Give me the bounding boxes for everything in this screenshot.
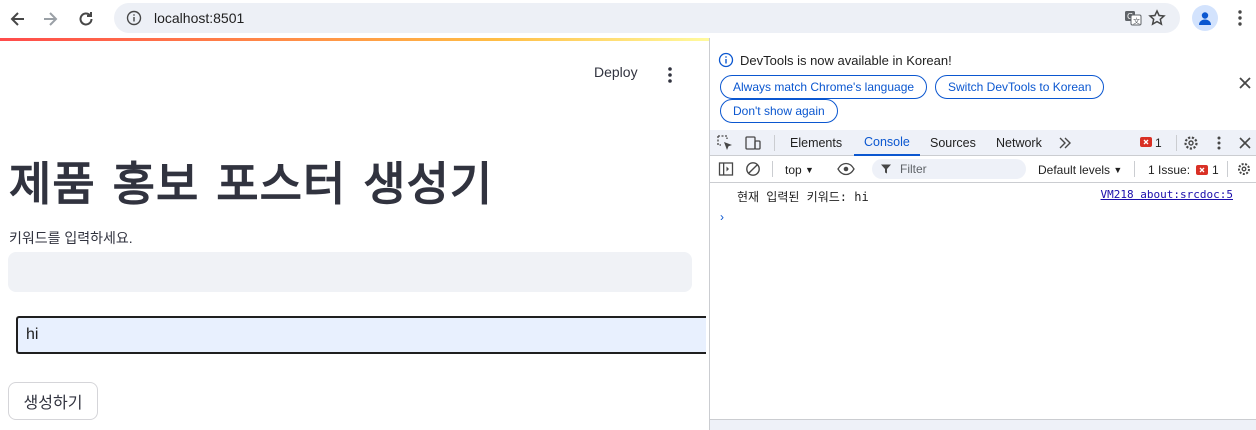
eye-icon[interactable] [837,162,855,176]
tab-sources[interactable]: Sources [930,130,976,156]
person-icon [1199,12,1211,25]
more-tabs-chevron-icon[interactable] [1056,134,1074,152]
dont-show-again-button[interactable]: Don't show again [720,99,838,123]
page-title: 제품 홍보 포스터 생성기 [9,157,494,211]
console-log-entry: 현재 입력된 키워드: hi VM218 about:srcdoc:5 [710,184,1256,206]
error-badge-icon [1196,165,1209,175]
banner-message: DevTools is now available in Korean! [740,53,952,68]
more-vert-icon [668,67,672,83]
profile-avatar[interactable] [1192,5,1218,31]
drawer-toolbar [710,419,1256,430]
dropdown-arrow-icon: ▼ [805,165,814,175]
address-bar[interactable]: localhost:8501 G文 [114,3,1180,33]
log-levels-dropdown[interactable]: Default levels ▼ [1038,161,1122,179]
devtools-tabbar: Elements Console Sources Network 1 [710,130,1256,156]
forward-button[interactable] [32,3,68,35]
log-message: 현재 입력된 키워드: hi [737,190,869,204]
browser-menu-button[interactable] [1232,6,1248,30]
divider [774,135,775,151]
issues-link[interactable]: 1 Issue: 1 [1148,161,1219,179]
sidebar-toggle-icon[interactable] [718,161,734,177]
more-vert-icon[interactable] [1210,134,1228,152]
reload-icon [79,12,93,26]
filter-placeholder: Filter [900,162,927,176]
console-prompt-chevron-icon[interactable]: › [720,210,724,224]
close-devtools-icon[interactable] [1236,134,1254,152]
switch-to-korean-button[interactable]: Switch DevTools to Korean [935,75,1105,99]
console-settings-gear-icon[interactable] [1236,161,1252,177]
browser-toolbar: localhost:8501 G文 [0,0,1256,38]
app-main: Deploy 제품 홍보 포스터 생성기 키워드를 입력하세요. hi 생성하기 [0,41,709,430]
console-toolbar: top ▼ Filter Default levels ▼ 1 Issue: 1 [710,156,1256,183]
more-vert-icon [1238,10,1242,26]
issues-label: 1 Issue: [1148,163,1191,177]
generate-button[interactable]: 생성하기 [8,382,98,420]
device-toolbar-icon[interactable] [744,134,762,152]
url-text: localhost:8501 [154,10,245,26]
tab-elements[interactable]: Elements [790,130,842,156]
language-banner: DevTools is now available in Korean! Alw… [710,38,1256,130]
app-menu-button[interactable] [662,63,678,87]
context-selector[interactable]: top ▼ [785,161,814,179]
keyword-label: 키워드를 입력하세요. [9,230,133,246]
dropdown-arrow-icon: ▼ [1113,165,1123,175]
devtools-panel: DevTools is now available in Korean! Alw… [709,38,1256,430]
translate-icon[interactable]: G文 [1124,9,1142,27]
bookmark-star-icon[interactable] [1148,9,1166,27]
info-icon [718,52,734,68]
component-keyword-input[interactable]: hi [16,316,706,354]
settings-gear-icon[interactable] [1182,134,1200,152]
svg-text:文: 文 [1133,17,1140,26]
arrow-left-icon [10,12,24,26]
divider [1134,161,1135,177]
error-badge-icon[interactable] [1140,136,1152,148]
clear-console-icon[interactable] [745,161,761,177]
close-icon[interactable] [1238,76,1252,90]
log-levels-value: Default levels [1038,163,1111,177]
filter-input[interactable]: Filter [872,159,1026,179]
tab-console[interactable]: Console [854,130,920,156]
context-value: top [785,163,802,177]
tab-network[interactable]: Network [996,130,1042,156]
filter-funnel-icon [881,164,891,174]
issues-count: 1 [1212,163,1219,177]
inspect-element-icon[interactable] [716,134,734,152]
keyword-input[interactable] [8,252,692,292]
log-source-link[interactable]: VM218 about:srcdoc:5 [1101,188,1233,201]
reload-button[interactable] [68,3,104,35]
back-button[interactable] [0,3,36,35]
error-count: 1 [1155,136,1162,150]
arrow-right-icon [44,12,58,26]
divider [772,161,773,177]
divider [1176,135,1177,151]
divider [1227,161,1228,177]
site-info-icon[interactable] [126,10,142,26]
deploy-button[interactable]: Deploy [594,64,638,80]
always-match-language-button[interactable]: Always match Chrome's language [720,75,928,99]
